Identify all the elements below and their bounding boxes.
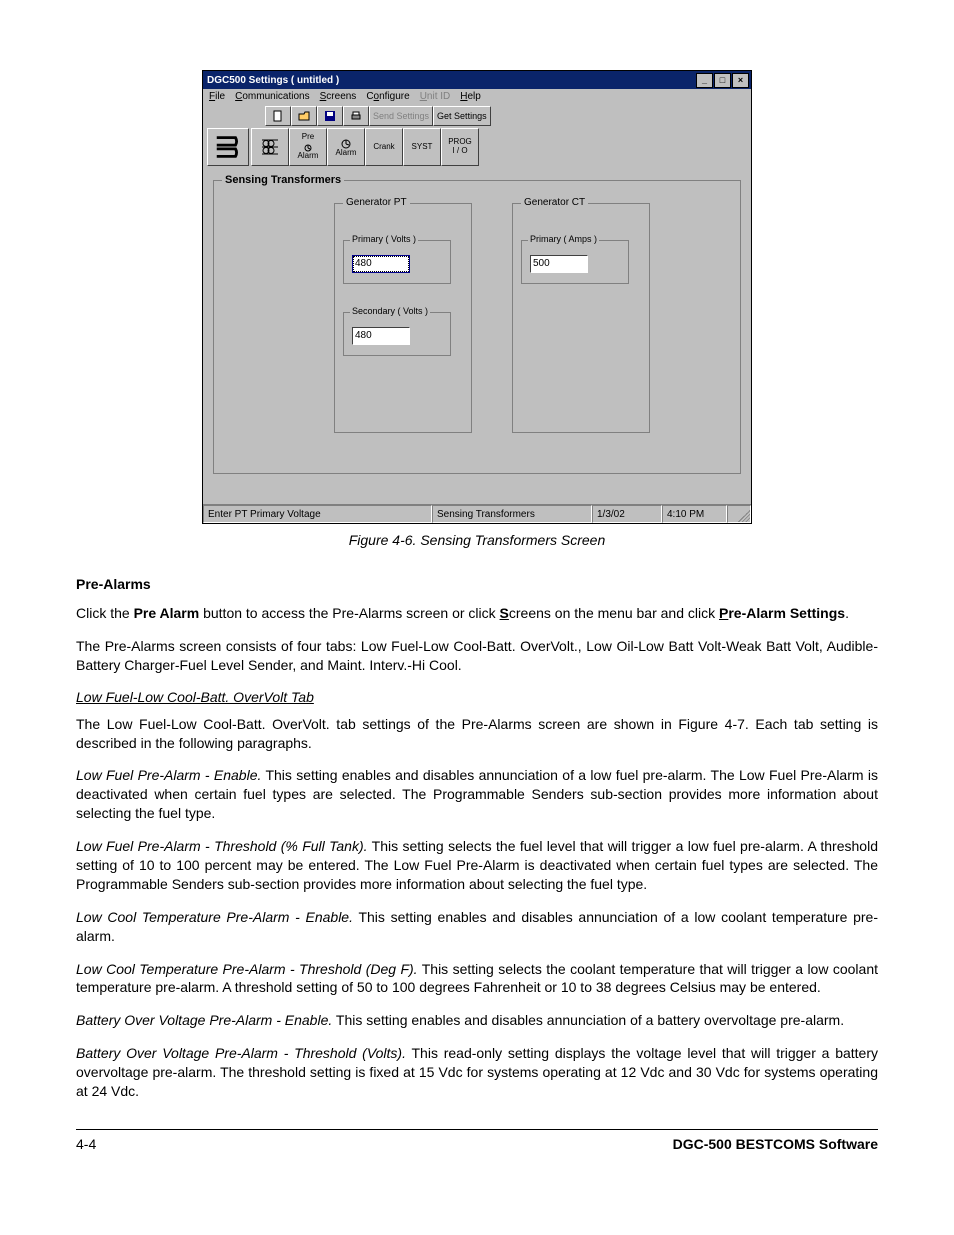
maximize-button[interactable]: □ [714, 73, 731, 88]
minimize-button[interactable]: _ [696, 73, 713, 88]
save-icon[interactable] [317, 106, 343, 126]
print-icon[interactable] [343, 106, 369, 126]
alarm-button[interactable]: Alarm [327, 128, 365, 166]
heading-prealarms: Pre-Alarms [76, 576, 878, 592]
menu-configure[interactable]: Configure [366, 91, 409, 102]
paragraph: Low Fuel Pre-Alarm - Enable. This settin… [76, 766, 878, 823]
product-name: DGC-500 BESTCOMS Software [673, 1136, 878, 1152]
app-window: DGC500 Settings ( untitled ) _ □ × File … [202, 70, 752, 524]
sensing-transformers-group: Sensing Transformers Generator PT Primar… [213, 180, 741, 474]
menu-file[interactable]: File [209, 91, 225, 102]
status-bar: Enter PT Primary Voltage Sensing Transfo… [203, 504, 751, 523]
paragraph: Low Cool Temperature Pre-Alarm - Enable.… [76, 908, 878, 946]
status-date: 1/3/02 [592, 505, 662, 523]
menu-bar: File Communications Screens Configure Un… [203, 89, 751, 104]
subheading: Low Fuel-Low Cool-Batt. OverVolt Tab [76, 689, 878, 705]
paragraph: Low Cool Temperature Pre-Alarm - Thresho… [76, 960, 878, 998]
get-settings-button[interactable]: Get Settings [433, 106, 491, 126]
status-time: 4:10 PM [662, 505, 727, 523]
page-footer: 4-4 DGC-500 BESTCOMS Software [76, 1129, 878, 1152]
status-panel: Sensing Transformers [432, 505, 592, 523]
resize-grip-icon[interactable] [727, 505, 751, 523]
pre-alarm-button[interactable]: Pre Alarm [289, 128, 327, 166]
pt-primary-input[interactable]: 480 [352, 255, 410, 273]
menu-screens[interactable]: Screens [320, 91, 357, 102]
crank-button[interactable]: Crank [365, 128, 403, 166]
transformer-button[interactable] [251, 128, 289, 166]
figure-caption: Figure 4-6. Sensing Transformers Screen [76, 532, 878, 548]
group-legend: Sensing Transformers [222, 174, 344, 186]
send-settings-button[interactable]: Send Settings [369, 106, 433, 126]
window-title: DGC500 Settings ( untitled ) [207, 75, 339, 86]
menu-help[interactable]: Help [460, 91, 481, 102]
paragraph: The Low Fuel-Low Cool-Batt. OverVolt. ta… [76, 715, 878, 753]
new-icon[interactable] [265, 106, 291, 126]
ct-primary-input[interactable]: 500 [530, 255, 588, 273]
menu-unit-id: Unit ID [420, 91, 451, 102]
syst-button[interactable]: SYST [403, 128, 441, 166]
open-icon[interactable] [291, 106, 317, 126]
status-hint: Enter PT Primary Voltage [203, 505, 432, 523]
pt-secondary-input[interactable]: 480 [352, 327, 410, 345]
paragraph: Low Fuel Pre-Alarm - Threshold (% Full T… [76, 837, 878, 894]
page-number: 4-4 [76, 1136, 96, 1152]
ct-primary-group: Primary ( Amps ) 500 [521, 240, 629, 284]
generator-pt-group: Generator PT Primary ( Volts ) 480 Secon… [334, 203, 472, 433]
paragraph: Battery Over Voltage Pre-Alarm - Thresho… [76, 1044, 878, 1101]
title-bar: DGC500 Settings ( untitled ) _ □ × [203, 71, 751, 89]
pt-primary-group: Primary ( Volts ) 480 [343, 240, 451, 284]
menu-communications[interactable]: Communications [235, 91, 310, 102]
paragraph: Battery Over Voltage Pre-Alarm - Enable.… [76, 1011, 878, 1030]
generator-ct-group: Generator CT Primary ( Amps ) 500 [512, 203, 650, 433]
logo-icon [207, 128, 249, 166]
paragraph: Click the Pre Alarm button to access the… [76, 604, 878, 623]
close-button[interactable]: × [732, 73, 749, 88]
prog-io-button[interactable]: PROG I / O [441, 128, 479, 166]
pt-secondary-group: Secondary ( Volts ) 480 [343, 312, 451, 356]
paragraph: The Pre-Alarms screen consists of four t… [76, 637, 878, 675]
